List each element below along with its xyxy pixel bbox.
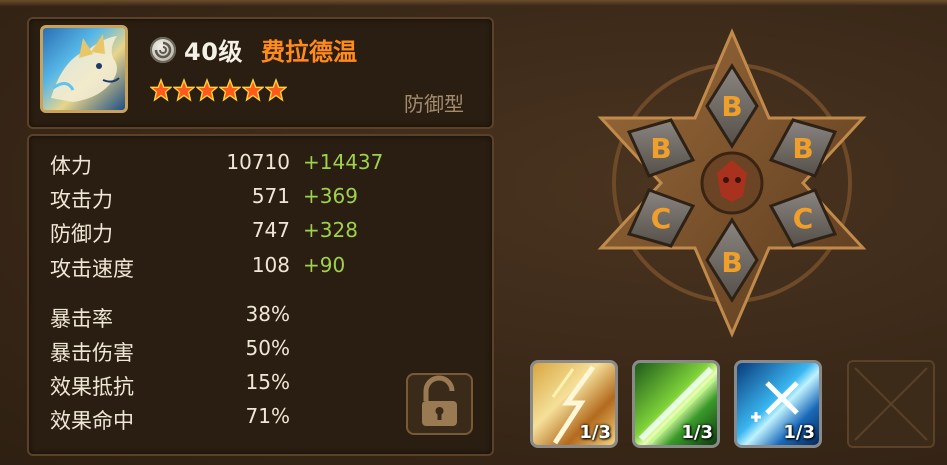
rune-slot-5-glyph: C — [651, 202, 672, 235]
stat-bonus-spd: +90 — [303, 253, 346, 277]
stat-bonus-atk: +369 — [303, 184, 358, 208]
hero-name: 费拉德温 — [261, 38, 357, 66]
rune-slot-3-glyph: C — [793, 202, 814, 235]
top-border — [0, 0, 947, 6]
stat-value-crit-rate: 38% — [245, 302, 290, 326]
hero-portrait[interactable] — [40, 25, 128, 113]
skill-2-button[interactable]: 1/3 — [632, 360, 720, 448]
stat-label-spd: 攻击速度 — [50, 257, 134, 281]
stat-label-crit-dmg: 暴击伤害 — [50, 341, 134, 365]
stat-label-atk: 攻击力 — [50, 188, 113, 212]
skill-2-level: 1/3 — [681, 422, 713, 443]
star-icon — [150, 78, 172, 102]
lock-button[interactable] — [406, 373, 473, 435]
stat-bonus-def: +328 — [303, 218, 358, 242]
skill-1-level: 1/3 — [579, 422, 611, 443]
stat-value-crit-dmg: 50% — [245, 336, 290, 360]
rune-slot-6-glyph: B — [650, 132, 671, 165]
stat-label-accuracy: 效果命中 — [50, 409, 134, 433]
rune-slot-2-glyph: B — [792, 132, 813, 165]
star-icon — [242, 78, 264, 102]
skill-3-button[interactable]: 1/3 — [734, 360, 822, 448]
stat-value-hp: 10710 — [226, 150, 290, 174]
stat-value-resist: 15% — [245, 370, 290, 394]
stat-label-resist: 效果抵抗 — [50, 375, 134, 399]
stat-label-crit-rate: 暴击率 — [50, 307, 113, 331]
skill-1-button[interactable]: 1/3 — [530, 360, 618, 448]
unlocked-padlock-icon — [422, 375, 457, 426]
rune-slot-4-glyph: B — [721, 246, 742, 279]
fox-beast-portrait-icon — [51, 34, 120, 102]
stat-value-atk: 571 — [251, 184, 290, 208]
star-icon — [196, 78, 218, 102]
star-icon — [173, 78, 195, 102]
stat-value-accuracy: 71% — [245, 404, 290, 428]
star-rating — [150, 78, 287, 102]
wind-element-icon — [150, 37, 176, 63]
stat-value-spd: 108 — [251, 253, 290, 277]
hero-level: 40级 — [184, 38, 243, 66]
skill-3-level: 1/3 — [783, 422, 815, 443]
stat-bonus-hp: +14437 — [303, 150, 384, 174]
empty-slot-cross-icon — [854, 367, 928, 441]
rune-board: B B C B C B — [597, 28, 867, 338]
star-icon — [219, 78, 241, 102]
stat-label-def: 防御力 — [50, 222, 113, 246]
star-icon — [265, 78, 287, 102]
empty-skill-slot — [847, 360, 935, 448]
stat-label-hp: 体力 — [50, 154, 92, 178]
rune-slot-1-glyph: B — [721, 90, 742, 123]
hero-type: 防御型 — [404, 92, 464, 116]
stat-value-def: 747 — [251, 218, 290, 242]
